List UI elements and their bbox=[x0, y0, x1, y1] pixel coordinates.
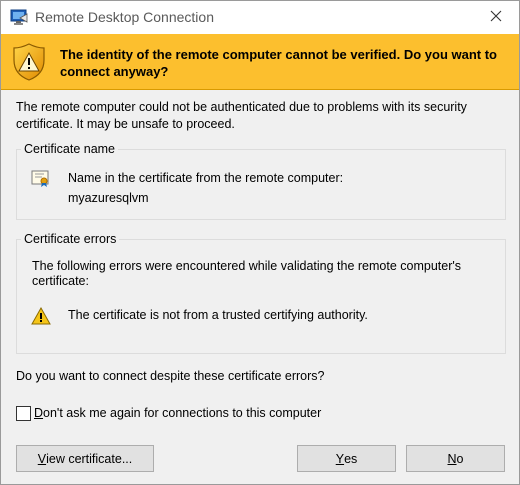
dont-ask-again-checkbox-row[interactable]: Don't ask me again for connections to th… bbox=[16, 405, 321, 421]
yes-button[interactable]: Yes bbox=[297, 445, 396, 472]
window-title: Remote Desktop Connection bbox=[35, 9, 214, 25]
certificate-errors-legend: Certificate errors bbox=[21, 232, 120, 247]
title-bar: Remote Desktop Connection bbox=[1, 1, 519, 34]
warning-shield-icon bbox=[12, 42, 46, 82]
connect-question: Do you want to connect despite these cer… bbox=[16, 369, 325, 383]
certificate-icon bbox=[31, 170, 51, 188]
close-button[interactable] bbox=[473, 1, 519, 34]
certificate-name-legend: Certificate name bbox=[21, 142, 119, 157]
certificate-errors-group: Certificate errors The following errors … bbox=[16, 232, 506, 354]
certificate-errors-description: The following errors were encountered wh… bbox=[32, 259, 461, 288]
certificate-name-description: Name in the certificate from the remote … bbox=[68, 171, 344, 185]
dont-ask-again-checkbox[interactable] bbox=[16, 405, 31, 421]
warning-triangle-icon bbox=[31, 306, 51, 325]
no-button[interactable]: No bbox=[406, 445, 505, 472]
warning-banner: The identity of the remote computer cann… bbox=[1, 34, 519, 90]
certificate-name-value: myazuresqlvm bbox=[68, 191, 149, 205]
dont-ask-again-label[interactable]: Don't ask me again for connections to th… bbox=[34, 406, 321, 421]
close-icon bbox=[490, 10, 502, 25]
rdp-certificate-dialog: Remote Desktop Connection The identity o… bbox=[0, 0, 520, 485]
view-certificate-button[interactable]: View certificate... bbox=[16, 445, 154, 472]
remote-desktop-icon bbox=[9, 7, 29, 27]
warning-message: The identity of the remote computer cann… bbox=[60, 47, 497, 79]
intro-text: The remote computer could not be authent… bbox=[16, 100, 467, 131]
certificate-error-item: The certificate is not from a trusted ce… bbox=[68, 308, 368, 322]
certificate-name-group: Certificate name Name in the certificate… bbox=[16, 142, 506, 220]
